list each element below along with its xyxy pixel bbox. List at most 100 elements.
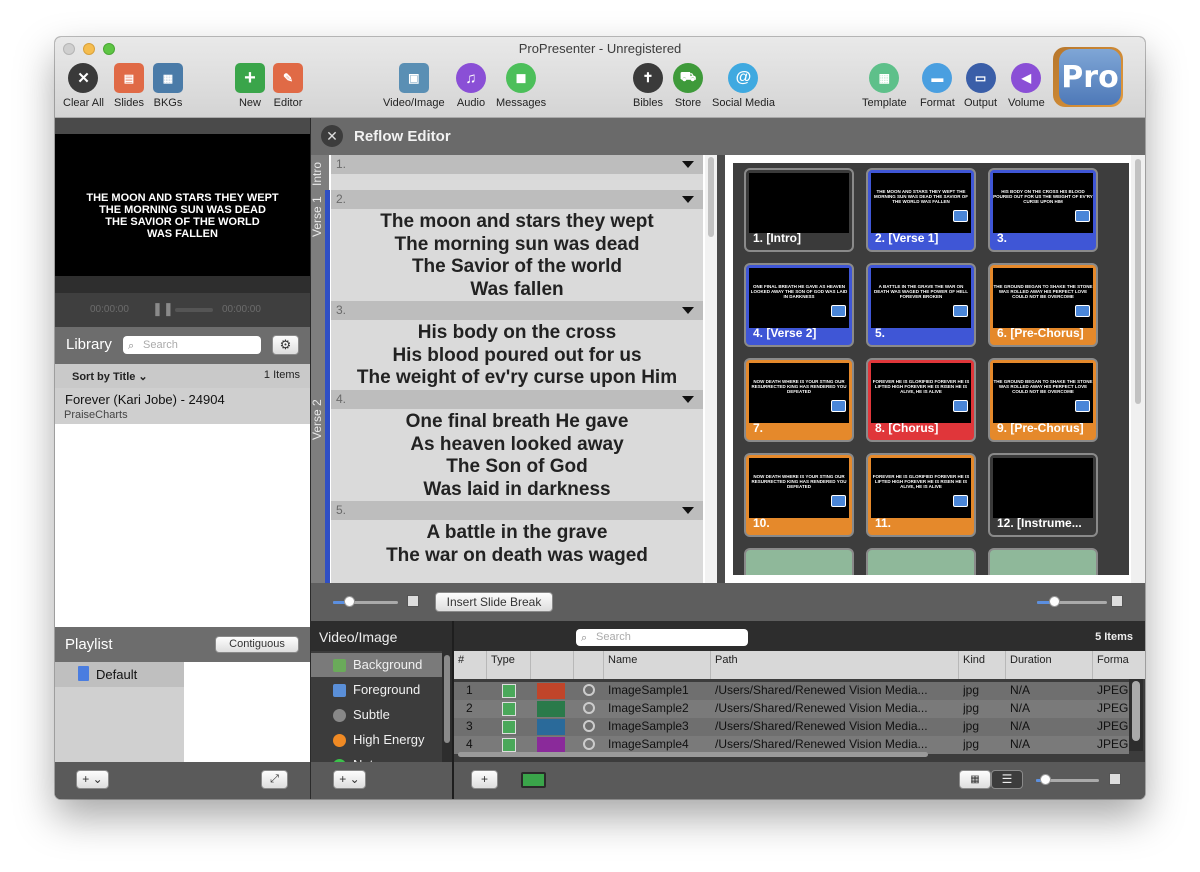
disclosure-triangle-icon[interactable] (682, 161, 694, 168)
no-cue-icon[interactable] (583, 738, 595, 750)
col-path[interactable]: Path (711, 651, 959, 679)
grid-scroll-thumb[interactable] (1135, 159, 1141, 404)
col-type[interactable]: Type (487, 651, 531, 679)
slide-thumbnail[interactable]: THE GROUND BEGAN TO SHAKE THE STONE WAS … (988, 263, 1098, 347)
new-button[interactable]: + New (235, 63, 265, 109)
scrubber[interactable] (175, 308, 213, 312)
add-media-button[interactable]: + (471, 770, 498, 789)
large-size-icon[interactable] (407, 595, 419, 607)
slide-header[interactable]: 5. (331, 501, 703, 520)
insert-slide-break-button[interactable]: Insert Slide Break (435, 592, 553, 612)
media-vertical-scrollbar[interactable] (1129, 679, 1143, 751)
media-category-item[interactable]: Foreground (311, 678, 442, 702)
slide-thumbnail[interactable]: FOREVER HE IS GLORIFIED FOREVER HE IS LI… (866, 453, 976, 537)
disclosure-triangle-icon[interactable] (682, 507, 694, 514)
slide-thumbnail-partial[interactable] (988, 548, 1098, 575)
clear-all-button[interactable]: ✕ Clear All (63, 63, 104, 109)
col-format[interactable]: Forma (1093, 651, 1145, 679)
slide-thumbnail[interactable]: THE MOON AND STARS THEY WEPT THE MORNING… (866, 168, 976, 252)
text-size-slider-knob[interactable] (344, 596, 355, 607)
messages-button[interactable]: ◼ Messages (496, 63, 546, 109)
slide-thumbnail[interactable]: FOREVER HE IS GLORIFIED FOREVER HE IS LI… (866, 358, 976, 442)
disclosure-triangle-icon[interactable] (682, 196, 694, 203)
large-thumbnail-icon[interactable] (1111, 595, 1123, 607)
slide-thumbnail[interactable]: HIS BODY ON THE CROSS HIS BLOOD POURED O… (988, 168, 1098, 252)
output-button[interactable]: ▭ Output (964, 63, 997, 109)
large-media-icon[interactable] (1109, 773, 1121, 785)
expand-icon[interactable]: ⤢ (261, 770, 288, 789)
slide-header[interactable]: 2. (331, 190, 703, 209)
slide-thumbnail[interactable]: 12. [Instrume... (988, 453, 1098, 537)
no-cue-icon[interactable] (583, 684, 595, 696)
media-table-row[interactable]: 1 ImageSample1/Users/Shared/Renewed Visio… (454, 682, 1129, 700)
media-preview-icon[interactable] (521, 772, 546, 788)
add-playlist-button[interactable]: + ⌄ (76, 770, 109, 789)
col-number[interactable]: # (454, 651, 487, 679)
template-button[interactable]: ▦ Template (862, 63, 907, 109)
no-cue-icon[interactable] (583, 720, 595, 732)
media-scroll-thumb[interactable] (1132, 681, 1140, 741)
list-view-icon[interactable]: ☰ (991, 770, 1023, 789)
grid-zoom-slider-knob[interactable] (1049, 596, 1060, 607)
editor-scroll-thumb[interactable] (708, 157, 714, 237)
slide-thumbnail-partial[interactable] (744, 548, 854, 575)
col-flag[interactable] (574, 651, 604, 679)
category-scroll-thumb[interactable] (444, 655, 450, 743)
slide-thumbnail-partial[interactable] (866, 548, 976, 575)
slide-thumbnail[interactable]: ONE FINAL BREATH HE GAVE AS HEAVEN LOOKE… (744, 263, 854, 347)
slide-text-block[interactable] (331, 174, 703, 190)
slide-text-block[interactable]: The moon and stars they wept The morning… (331, 209, 703, 301)
video-image-button[interactable]: ▣ Video/Image (383, 63, 445, 109)
no-cue-icon[interactable] (583, 702, 595, 714)
editor-button[interactable]: ✎ Editor (273, 63, 303, 109)
media-category-item[interactable]: Background (311, 653, 442, 677)
store-button[interactable]: ⛟ Store (673, 63, 703, 109)
media-table-row[interactable]: 3 ImageSample3/Users/Shared/Renewed Visio… (454, 718, 1129, 736)
bibles-button[interactable]: ✝ Bibles (633, 63, 663, 109)
library-search-input[interactable]: ⌕ Search (123, 336, 261, 354)
slide-text-block[interactable]: A battle in the grave The war on death w… (331, 520, 703, 583)
media-table-row[interactable]: 2 ImageSample2/Users/Shared/Renewed Visio… (454, 700, 1129, 718)
library-item[interactable]: Forever (Kari Jobe) - 24904 PraiseCharts (55, 388, 310, 424)
bkgs-button[interactable]: ▦ BKGs (153, 63, 183, 109)
volume-button[interactable]: ◀ Volume (1008, 63, 1045, 109)
split-divider[interactable] (717, 155, 725, 583)
slide-thumbnail[interactable]: NOW DEATH WHERE IS YOUR STING OUR RESURR… (744, 358, 854, 442)
media-search-input[interactable]: ⌕ Search (576, 629, 748, 646)
slide-text-block[interactable]: His body on the cross His blood poured o… (331, 320, 703, 390)
editor-scrollbar[interactable] (705, 155, 717, 583)
media-size-slider-knob[interactable] (1040, 774, 1051, 785)
grid-view-icon[interactable]: ▦ (959, 770, 991, 789)
pause-icon[interactable]: ❚❚ (152, 301, 174, 317)
media-category-item[interactable]: Subtle (311, 703, 442, 727)
category-scrollbar[interactable] (442, 651, 452, 762)
social-media-button[interactable]: @ Social Media (712, 63, 775, 109)
audio-button[interactable]: ♫ Audio (456, 63, 486, 109)
slide-header[interactable]: 4. (331, 390, 703, 409)
slide-thumbnail[interactable]: 1. [Intro] (744, 168, 854, 252)
playlist-item-default[interactable]: Default (55, 662, 184, 687)
disclosure-triangle-icon[interactable] (682, 307, 694, 314)
slide-thumbnail[interactable]: THE GROUND BEGAN TO SHAKE THE STONE WAS … (988, 358, 1098, 442)
reflow-text-editor[interactable]: Intro Verse 1 Verse 2 1. 2. The moon and… (311, 155, 717, 583)
add-category-button[interactable]: + ⌄ (333, 770, 366, 789)
col-name[interactable]: Name (604, 651, 711, 679)
slide-thumbnail[interactable]: NOW DEATH WHERE IS YOUR STING OUR RESURR… (744, 453, 854, 537)
slide-header[interactable]: 1. (331, 155, 703, 174)
contiguous-button[interactable]: Contiguous (215, 636, 299, 653)
col-duration[interactable]: Duration (1006, 651, 1093, 679)
format-button[interactable]: ▬ Format (920, 63, 955, 109)
horizontal-scroll-thumb[interactable] (458, 752, 928, 757)
disclosure-triangle-icon[interactable] (682, 396, 694, 403)
slide-thumbnail[interactable]: A BATTLE IN THE GRAVE THE WAR ON DEATH W… (866, 263, 976, 347)
col-thumbnail[interactable] (531, 651, 574, 679)
media-category-item[interactable]: High Energy (311, 728, 442, 752)
library-settings-gear-icon[interactable]: ⚙ (272, 335, 299, 355)
slide-header[interactable]: 3. (331, 301, 703, 320)
slides-button[interactable]: ▤ Slides (114, 63, 144, 109)
slide-text-block[interactable]: One final breath He gave As heaven looke… (331, 409, 703, 501)
close-reflow-icon[interactable]: ✕ (321, 125, 343, 147)
sort-by-title-dropdown[interactable]: Sort by Title ⌄ (72, 370, 148, 383)
col-kind[interactable]: Kind (959, 651, 1006, 679)
grid-scrollbar[interactable] (1131, 155, 1145, 583)
